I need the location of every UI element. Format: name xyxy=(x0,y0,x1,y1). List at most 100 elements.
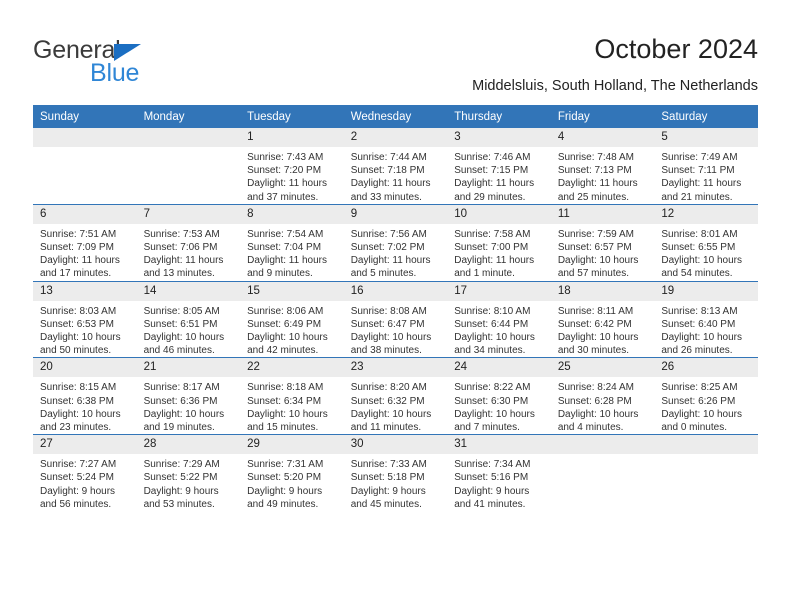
daylight-text-line1: Daylight: 10 hours xyxy=(143,408,225,420)
calendar-day-cell[interactable]: 5 Sunrise: 7:49 AM Sunset: 7:11 PM Dayli… xyxy=(654,128,758,204)
day-details: Sunrise: 8:18 AM Sunset: 6:34 PM Dayligh… xyxy=(240,377,344,434)
calendar-day-cell[interactable]: 6 Sunrise: 7:51 AM Sunset: 7:09 PM Dayli… xyxy=(33,203,137,282)
sunrise-text: Sunrise: 7:46 AM xyxy=(454,152,531,163)
sunset-text: Sunset: 7:04 PM xyxy=(247,242,322,254)
calendar-day-cell[interactable]: 19 Sunrise: 8:13 AM Sunset: 6:40 PM Dayl… xyxy=(654,280,758,358)
sunset-text: Sunset: 6:47 PM xyxy=(350,318,425,330)
sunrise-text: Sunrise: 7:43 AM xyxy=(247,152,324,163)
calendar-day-cell[interactable]: 15 Sunrise: 8:06 AM Sunset: 6:49 PM Dayl… xyxy=(240,280,344,358)
daylight-text-line1: Daylight: 10 hours xyxy=(454,408,535,420)
sunrise-text: Sunrise: 7:48 AM xyxy=(557,152,634,163)
daylight-text-line2: and 11 minutes. xyxy=(350,422,422,434)
calendar-day-cell[interactable]: 16 Sunrise: 8:08 AM Sunset: 6:47 PM Dayl… xyxy=(343,280,448,358)
weekday-header-sunday: Sunday xyxy=(33,105,137,128)
sunrise-text: Sunrise: 7:44 AM xyxy=(350,152,427,163)
calendar-day-cell[interactable]: 20 Sunrise: 8:15 AM Sunset: 6:38 PM Dayl… xyxy=(33,357,137,435)
day-number: 30 xyxy=(343,435,448,455)
calendar-day-cell[interactable]: 23 Sunrise: 8:20 AM Sunset: 6:32 PM Dayl… xyxy=(343,357,448,435)
day-number: 5 xyxy=(654,128,758,147)
day-number xyxy=(33,128,137,147)
daylight-text-line2: and 21 minutes. xyxy=(661,191,733,203)
day-details: Sunrise: 7:56 AM Sunset: 7:02 PM Dayligh… xyxy=(344,224,448,281)
calendar-day-cell[interactable]: 9 Sunrise: 7:56 AM Sunset: 7:02 PM Dayli… xyxy=(343,203,448,282)
calendar-header-row: Sunday Monday Tuesday Wednesday Thursday… xyxy=(33,105,758,128)
day-details: Sunrise: 8:20 AM Sunset: 6:32 PM Dayligh… xyxy=(344,377,448,434)
sunrise-text: Sunrise: 7:27 AM xyxy=(40,459,117,471)
weekday-header-friday: Friday xyxy=(550,105,655,128)
sunset-text: Sunset: 7:20 PM xyxy=(247,165,322,177)
sunset-text: Sunset: 6:36 PM xyxy=(143,395,218,407)
sunrise-text: Sunrise: 8:22 AM xyxy=(454,382,531,394)
sunset-text: Sunset: 6:42 PM xyxy=(557,318,632,330)
sunrise-text: Sunrise: 7:29 AM xyxy=(143,459,220,471)
sunset-text: Sunset: 6:34 PM xyxy=(247,395,322,407)
calendar-day-cell[interactable] xyxy=(550,434,655,512)
daylight-text-line1: Daylight: 9 hours xyxy=(40,485,116,497)
calendar-day-cell[interactable]: 31 Sunrise: 7:34 AM Sunset: 5:16 PM Dayl… xyxy=(447,434,551,512)
calendar-day-cell[interactable]: 11 Sunrise: 7:59 AM Sunset: 6:57 PM Dayl… xyxy=(550,203,655,282)
day-number: 20 xyxy=(33,358,137,378)
sunrise-text: Sunrise: 8:03 AM xyxy=(40,305,117,317)
sunrise-text: Sunrise: 7:49 AM xyxy=(661,152,738,163)
day-number xyxy=(550,435,655,455)
calendar-day-cell[interactable]: 18 Sunrise: 8:11 AM Sunset: 6:42 PM Dayl… xyxy=(550,280,655,358)
sunrise-text: Sunrise: 7:59 AM xyxy=(557,228,634,240)
calendar-day-cell[interactable]: 17 Sunrise: 8:10 AM Sunset: 6:44 PM Dayl… xyxy=(447,280,551,358)
day-number: 4 xyxy=(550,128,655,147)
day-details: Sunrise: 7:27 AM Sunset: 5:24 PM Dayligh… xyxy=(33,454,137,511)
calendar-day-cell[interactable]: 1 Sunrise: 7:43 AM Sunset: 7:20 PM Dayli… xyxy=(240,128,344,204)
calendar-day-cell[interactable]: 4 Sunrise: 7:48 AM Sunset: 7:13 PM Dayli… xyxy=(550,128,655,204)
sunrise-text: Sunrise: 7:56 AM xyxy=(350,228,427,240)
day-details: Sunrise: 8:03 AM Sunset: 6:53 PM Dayligh… xyxy=(33,301,137,358)
calendar-day-cell[interactable]: 3 Sunrise: 7:46 AM Sunset: 7:15 PM Dayli… xyxy=(447,128,551,204)
daylight-text-line2: and 38 minutes. xyxy=(350,345,422,357)
daylight-text-line1: Daylight: 11 hours xyxy=(143,255,224,267)
daylight-text-line1: Daylight: 10 hours xyxy=(557,255,639,267)
day-details: Sunrise: 8:13 AM Sunset: 6:40 PM Dayligh… xyxy=(654,301,758,358)
calendar-day-cell[interactable]: 2 Sunrise: 7:44 AM Sunset: 7:18 PM Dayli… xyxy=(343,128,448,204)
calendar-day-cell[interactable]: 22 Sunrise: 8:18 AM Sunset: 6:34 PM Dayl… xyxy=(240,357,344,435)
daylight-text-line2: and 9 minutes. xyxy=(247,268,313,280)
day-details: Sunrise: 7:53 AM Sunset: 7:06 PM Dayligh… xyxy=(137,224,241,281)
day-number: 21 xyxy=(136,358,241,378)
day-details: Sunrise: 8:17 AM Sunset: 6:36 PM Dayligh… xyxy=(137,377,241,434)
daylight-text-line2: and 53 minutes. xyxy=(143,498,215,510)
calendar-day-cell[interactable]: 28 Sunrise: 7:29 AM Sunset: 5:22 PM Dayl… xyxy=(136,434,241,512)
daylight-text-line1: Daylight: 11 hours xyxy=(661,178,742,190)
calendar-day-cell[interactable]: 27 Sunrise: 7:27 AM Sunset: 5:24 PM Dayl… xyxy=(33,434,137,512)
calendar-day-cell[interactable]: 7 Sunrise: 7:53 AM Sunset: 7:06 PM Dayli… xyxy=(136,203,241,282)
calendar-day-cell[interactable]: 10 Sunrise: 7:58 AM Sunset: 7:00 PM Dayl… xyxy=(447,203,551,282)
sunset-text: Sunset: 5:24 PM xyxy=(40,472,114,484)
page-header: General Blue October 2024 Middelsluis, S… xyxy=(0,0,792,100)
calendar-day-cell[interactable]: 29 Sunrise: 7:31 AM Sunset: 5:20 PM Dayl… xyxy=(240,434,344,512)
calendar-day-cell[interactable]: 25 Sunrise: 8:24 AM Sunset: 6:28 PM Dayl… xyxy=(550,357,655,435)
calendar-day-cell[interactable]: 13 Sunrise: 8:03 AM Sunset: 6:53 PM Dayl… xyxy=(33,280,137,358)
day-number: 7 xyxy=(136,204,241,224)
sunrise-text: Sunrise: 7:53 AM xyxy=(143,228,220,240)
calendar-week-row: 13 Sunrise: 8:03 AM Sunset: 6:53 PM Dayl… xyxy=(33,280,758,358)
sunrise-text: Sunrise: 8:05 AM xyxy=(143,305,220,317)
day-number xyxy=(136,128,241,147)
day-number: 22 xyxy=(240,358,344,378)
day-number: 1 xyxy=(240,128,344,147)
sunset-text: Sunset: 6:44 PM xyxy=(454,318,529,330)
calendar-day-cell[interactable] xyxy=(654,434,758,512)
day-number: 11 xyxy=(550,204,655,224)
daylight-text-line2: and 42 minutes. xyxy=(247,345,319,357)
calendar-day-cell[interactable]: 21 Sunrise: 8:17 AM Sunset: 6:36 PM Dayl… xyxy=(136,357,241,435)
day-number: 27 xyxy=(33,435,137,455)
calendar-day-cell[interactable]: 30 Sunrise: 7:33 AM Sunset: 5:18 PM Dayl… xyxy=(343,434,448,512)
daylight-text-line2: and 15 minutes. xyxy=(247,422,319,434)
day-details: Sunrise: 7:34 AM Sunset: 5:16 PM Dayligh… xyxy=(447,454,551,511)
calendar-day-cell[interactable]: 26 Sunrise: 8:25 AM Sunset: 6:26 PM Dayl… xyxy=(654,357,758,435)
daylight-text-line2: and 45 minutes. xyxy=(350,498,422,510)
day-number: 3 xyxy=(447,128,551,147)
calendar-day-cell[interactable]: 8 Sunrise: 7:54 AM Sunset: 7:04 PM Dayli… xyxy=(240,203,344,282)
calendar-day-cell[interactable]: 12 Sunrise: 8:01 AM Sunset: 6:55 PM Dayl… xyxy=(654,203,758,282)
daylight-text-line1: Daylight: 10 hours xyxy=(350,408,432,420)
calendar-day-cell[interactable]: 24 Sunrise: 8:22 AM Sunset: 6:30 PM Dayl… xyxy=(447,357,551,435)
sunrise-text: Sunrise: 7:34 AM xyxy=(454,459,531,471)
calendar-day-cell[interactable]: 14 Sunrise: 8:05 AM Sunset: 6:51 PM Dayl… xyxy=(136,280,241,358)
calendar-day-cell[interactable] xyxy=(33,128,137,204)
calendar-day-cell[interactable] xyxy=(136,128,241,204)
